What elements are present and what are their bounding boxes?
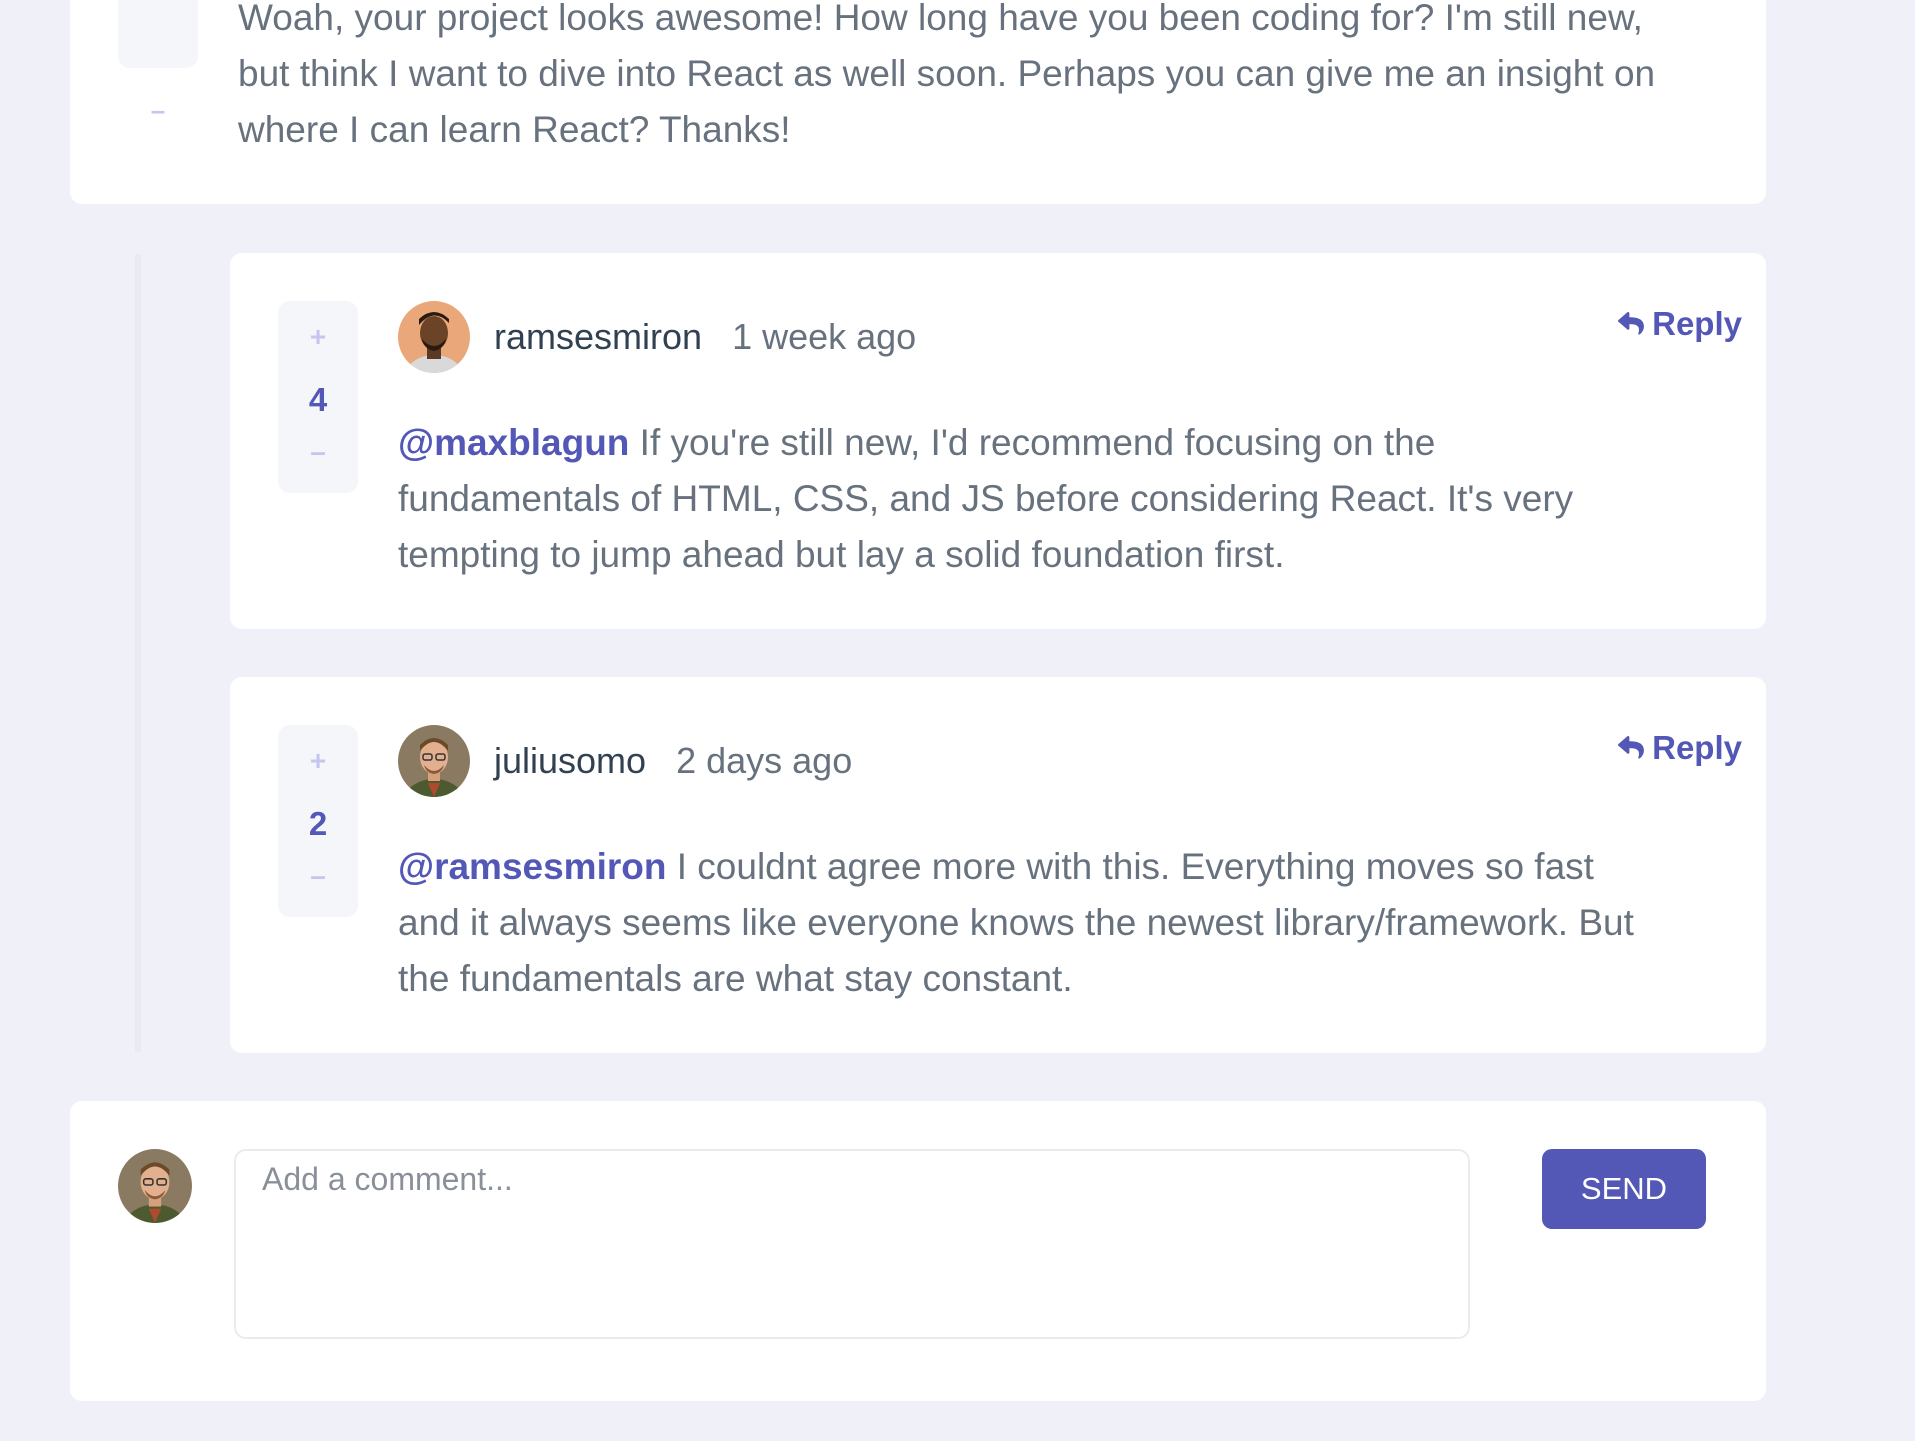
reply-arrow-icon [1618, 736, 1645, 759]
comment-card-top: – Woah, your project looks awesome! How … [70, 0, 1766, 204]
comment-meta: ramsesmiron 1 week ago [494, 307, 916, 367]
vote-box: + 2 – [278, 725, 358, 917]
add-comment-card: SEND [70, 1101, 1766, 1401]
timestamp: 2 days ago [676, 740, 853, 781]
downvote-button[interactable]: – [278, 860, 358, 892]
mention-link[interactable]: @maxblagun [398, 422, 629, 463]
vote-box: – [118, 0, 198, 125]
comment-text: @ramsesmiron I couldnt agree more with t… [398, 839, 1658, 1007]
comment-input[interactable] [234, 1149, 1470, 1339]
vote-score: 2 [308, 805, 328, 842]
upvote-button[interactable]: + [278, 321, 358, 353]
vote-box: + 4 – [278, 301, 358, 493]
reply-card-ramsesmiron: + 4 – ramsesmiron 1 week ago Reply @maxb… [230, 253, 1766, 629]
upvote-button[interactable]: + [278, 745, 358, 777]
comment-text: Woah, your project looks awesome! How lo… [238, 0, 1656, 150]
reply-button[interactable]: Reply [1618, 729, 1742, 767]
downvote-button[interactable]: – [278, 436, 358, 468]
vote-score: 4 [308, 381, 328, 418]
reply-label: Reply [1652, 729, 1742, 766]
username[interactable]: ramsesmiron [494, 316, 702, 357]
current-user-avatar [118, 1149, 192, 1223]
username[interactable]: juliusomo [494, 740, 646, 781]
reply-button[interactable]: Reply [1618, 305, 1742, 343]
send-button[interactable]: SEND [1542, 1149, 1706, 1229]
reply-thread-line [135, 254, 141, 1052]
timestamp: 1 week ago [732, 316, 917, 357]
comment-text: @maxblagun If you're still new, I'd reco… [398, 415, 1658, 583]
mention-link[interactable]: @ramsesmiron [398, 846, 666, 887]
avatar-juliusomo [398, 725, 470, 797]
comment-meta: juliusomo 2 days ago [494, 731, 852, 791]
reply-card-juliusomo: + 2 – juliusomo 2 days ago Reply @ramses… [230, 677, 1766, 1053]
reply-arrow-icon [1618, 312, 1645, 335]
reply-label: Reply [1652, 305, 1742, 342]
avatar-ramsesmiron [398, 301, 470, 373]
